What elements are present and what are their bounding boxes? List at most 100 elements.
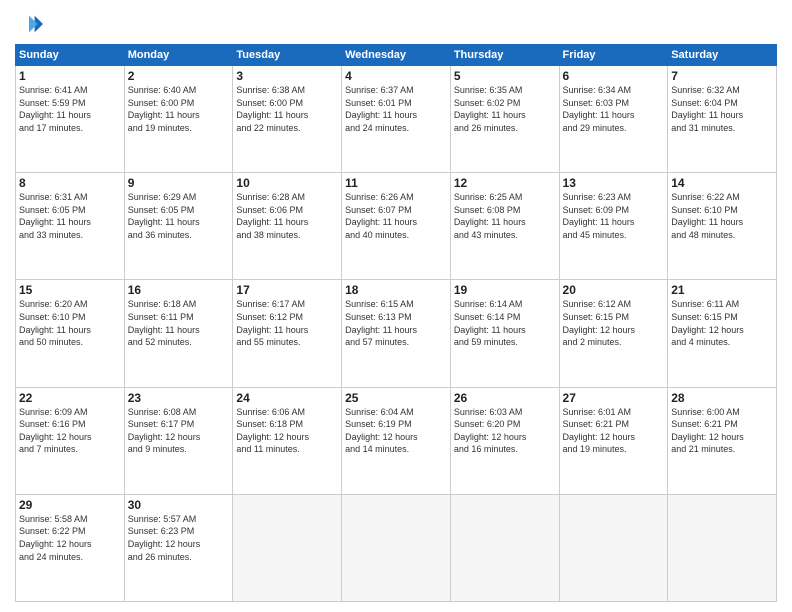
calendar-day-cell: 2Sunrise: 6:40 AMSunset: 6:00 PMDaylight… [124,66,233,173]
day-info: Sunrise: 6:29 AMSunset: 6:05 PMDaylight:… [128,191,230,241]
day-number: 13 [563,176,665,190]
day-number: 9 [128,176,230,190]
col-friday: Friday [559,45,668,66]
day-info: Sunrise: 6:20 AMSunset: 6:10 PMDaylight:… [19,298,121,348]
day-info: Sunrise: 6:09 AMSunset: 6:16 PMDaylight:… [19,406,121,456]
calendar-week-row: 1Sunrise: 6:41 AMSunset: 5:59 PMDaylight… [16,66,777,173]
calendar-day-cell [668,494,777,601]
calendar-day-cell: 22Sunrise: 6:09 AMSunset: 6:16 PMDayligh… [16,387,125,494]
day-number: 5 [454,69,556,83]
calendar-day-cell: 25Sunrise: 6:04 AMSunset: 6:19 PMDayligh… [342,387,451,494]
day-info: Sunrise: 6:01 AMSunset: 6:21 PMDaylight:… [563,406,665,456]
day-info: Sunrise: 6:26 AMSunset: 6:07 PMDaylight:… [345,191,447,241]
day-number: 27 [563,391,665,405]
day-info: Sunrise: 6:06 AMSunset: 6:18 PMDaylight:… [236,406,338,456]
day-info: Sunrise: 6:03 AMSunset: 6:20 PMDaylight:… [454,406,556,456]
calendar-day-cell: 17Sunrise: 6:17 AMSunset: 6:12 PMDayligh… [233,280,342,387]
day-info: Sunrise: 6:18 AMSunset: 6:11 PMDaylight:… [128,298,230,348]
day-number: 23 [128,391,230,405]
logo-icon [15,10,43,38]
col-thursday: Thursday [450,45,559,66]
day-info: Sunrise: 6:37 AMSunset: 6:01 PMDaylight:… [345,84,447,134]
calendar-week-row: 8Sunrise: 6:31 AMSunset: 6:05 PMDaylight… [16,173,777,280]
col-wednesday: Wednesday [342,45,451,66]
calendar-day-cell: 15Sunrise: 6:20 AMSunset: 6:10 PMDayligh… [16,280,125,387]
col-sunday: Sunday [16,45,125,66]
day-number: 3 [236,69,338,83]
day-number: 15 [19,283,121,297]
day-number: 29 [19,498,121,512]
calendar-day-cell: 8Sunrise: 6:31 AMSunset: 6:05 PMDaylight… [16,173,125,280]
col-monday: Monday [124,45,233,66]
day-number: 1 [19,69,121,83]
day-info: Sunrise: 6:00 AMSunset: 6:21 PMDaylight:… [671,406,773,456]
day-info: Sunrise: 6:12 AMSunset: 6:15 PMDaylight:… [563,298,665,348]
calendar-table: Sunday Monday Tuesday Wednesday Thursday… [15,44,777,602]
day-number: 28 [671,391,773,405]
page: Sunday Monday Tuesday Wednesday Thursday… [0,0,792,612]
day-info: Sunrise: 6:15 AMSunset: 6:13 PMDaylight:… [345,298,447,348]
calendar-day-cell: 9Sunrise: 6:29 AMSunset: 6:05 PMDaylight… [124,173,233,280]
calendar-day-cell [450,494,559,601]
calendar-day-cell [233,494,342,601]
header [15,10,777,38]
day-info: Sunrise: 5:57 AMSunset: 6:23 PMDaylight:… [128,513,230,563]
calendar-day-cell: 3Sunrise: 6:38 AMSunset: 6:00 PMDaylight… [233,66,342,173]
day-info: Sunrise: 6:17 AMSunset: 6:12 PMDaylight:… [236,298,338,348]
day-info: Sunrise: 6:41 AMSunset: 5:59 PMDaylight:… [19,84,121,134]
calendar-day-cell: 10Sunrise: 6:28 AMSunset: 6:06 PMDayligh… [233,173,342,280]
day-number: 30 [128,498,230,512]
calendar-week-row: 15Sunrise: 6:20 AMSunset: 6:10 PMDayligh… [16,280,777,387]
day-info: Sunrise: 6:14 AMSunset: 6:14 PMDaylight:… [454,298,556,348]
day-number: 2 [128,69,230,83]
day-info: Sunrise: 6:35 AMSunset: 6:02 PMDaylight:… [454,84,556,134]
day-info: Sunrise: 6:25 AMSunset: 6:08 PMDaylight:… [454,191,556,241]
calendar-day-cell: 4Sunrise: 6:37 AMSunset: 6:01 PMDaylight… [342,66,451,173]
day-number: 14 [671,176,773,190]
day-number: 12 [454,176,556,190]
calendar-header-row: Sunday Monday Tuesday Wednesday Thursday… [16,45,777,66]
calendar-day-cell: 28Sunrise: 6:00 AMSunset: 6:21 PMDayligh… [668,387,777,494]
day-info: Sunrise: 6:31 AMSunset: 6:05 PMDaylight:… [19,191,121,241]
calendar-day-cell: 26Sunrise: 6:03 AMSunset: 6:20 PMDayligh… [450,387,559,494]
day-info: Sunrise: 5:58 AMSunset: 6:22 PMDaylight:… [19,513,121,563]
day-info: Sunrise: 6:40 AMSunset: 6:00 PMDaylight:… [128,84,230,134]
day-info: Sunrise: 6:32 AMSunset: 6:04 PMDaylight:… [671,84,773,134]
day-info: Sunrise: 6:22 AMSunset: 6:10 PMDaylight:… [671,191,773,241]
day-number: 10 [236,176,338,190]
day-info: Sunrise: 6:28 AMSunset: 6:06 PMDaylight:… [236,191,338,241]
logo [15,10,47,38]
calendar-day-cell: 30Sunrise: 5:57 AMSunset: 6:23 PMDayligh… [124,494,233,601]
calendar-day-cell: 16Sunrise: 6:18 AMSunset: 6:11 PMDayligh… [124,280,233,387]
calendar-day-cell: 14Sunrise: 6:22 AMSunset: 6:10 PMDayligh… [668,173,777,280]
col-saturday: Saturday [668,45,777,66]
day-number: 20 [563,283,665,297]
day-number: 24 [236,391,338,405]
calendar-day-cell: 6Sunrise: 6:34 AMSunset: 6:03 PMDaylight… [559,66,668,173]
day-number: 25 [345,391,447,405]
day-info: Sunrise: 6:04 AMSunset: 6:19 PMDaylight:… [345,406,447,456]
calendar-day-cell: 5Sunrise: 6:35 AMSunset: 6:02 PMDaylight… [450,66,559,173]
day-info: Sunrise: 6:11 AMSunset: 6:15 PMDaylight:… [671,298,773,348]
day-number: 17 [236,283,338,297]
calendar-day-cell: 13Sunrise: 6:23 AMSunset: 6:09 PMDayligh… [559,173,668,280]
col-tuesday: Tuesday [233,45,342,66]
day-number: 26 [454,391,556,405]
calendar-day-cell [342,494,451,601]
day-number: 16 [128,283,230,297]
calendar-day-cell: 29Sunrise: 5:58 AMSunset: 6:22 PMDayligh… [16,494,125,601]
calendar-day-cell: 11Sunrise: 6:26 AMSunset: 6:07 PMDayligh… [342,173,451,280]
calendar-week-row: 22Sunrise: 6:09 AMSunset: 6:16 PMDayligh… [16,387,777,494]
day-number: 21 [671,283,773,297]
calendar-day-cell: 20Sunrise: 6:12 AMSunset: 6:15 PMDayligh… [559,280,668,387]
day-number: 22 [19,391,121,405]
calendar-day-cell: 24Sunrise: 6:06 AMSunset: 6:18 PMDayligh… [233,387,342,494]
day-info: Sunrise: 6:08 AMSunset: 6:17 PMDaylight:… [128,406,230,456]
day-number: 7 [671,69,773,83]
calendar-day-cell: 1Sunrise: 6:41 AMSunset: 5:59 PMDaylight… [16,66,125,173]
day-number: 8 [19,176,121,190]
calendar-week-row: 29Sunrise: 5:58 AMSunset: 6:22 PMDayligh… [16,494,777,601]
calendar-day-cell: 19Sunrise: 6:14 AMSunset: 6:14 PMDayligh… [450,280,559,387]
calendar-day-cell: 23Sunrise: 6:08 AMSunset: 6:17 PMDayligh… [124,387,233,494]
day-number: 19 [454,283,556,297]
